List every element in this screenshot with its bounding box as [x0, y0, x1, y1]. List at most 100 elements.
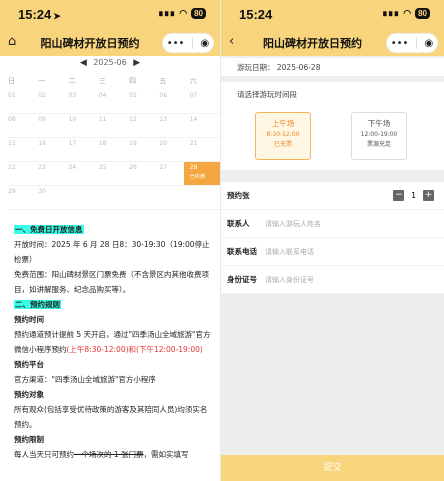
location-icon: ➤: [53, 11, 61, 21]
calendar-day: [69, 186, 99, 209]
calendar-day[interactable]: 06: [159, 90, 189, 113]
navbar: ⌂ 阳山碑材开放日预约 ••• ◉: [0, 30, 220, 56]
weekday: 五: [159, 77, 167, 85]
calendar-day[interactable]: 07: [190, 90, 220, 113]
navbar: ‹ 阳山碑材开放日预约 ••• ◉: [221, 30, 444, 56]
time-slot-section: 请选择游玩时间段 上午场 8:30-12:00 已无票 下午场 12:00-19…: [221, 82, 444, 170]
calendar-row: 01 02 03 04 05 06 07: [8, 90, 220, 114]
weekday: 一: [38, 77, 46, 85]
calendar-day: [129, 186, 159, 209]
phone-input[interactable]: [265, 247, 385, 256]
more-icon[interactable]: •••: [391, 38, 409, 49]
contact-label: 联系人: [227, 219, 250, 228]
calendar-day[interactable]: 17: [69, 138, 99, 161]
wifi-icon: ◠: [403, 8, 412, 18]
calendar-day: [99, 186, 129, 209]
calendar-day-selected[interactable]: 28 已约满: [183, 162, 220, 185]
battery-icon: 80: [191, 8, 206, 19]
slot-afternoon[interactable]: 下午场 12:00-19:00 票源充足: [351, 112, 407, 160]
slot-name: 上午场: [271, 119, 295, 128]
section-heading: 一、免费日开放信息: [14, 225, 84, 234]
calendar-day[interactable]: 09: [38, 114, 68, 137]
contact-input[interactable]: [265, 219, 385, 228]
calendar-day[interactable]: 21: [190, 138, 220, 161]
slot-time: 8:30-12:00: [266, 131, 300, 138]
more-icon[interactable]: •••: [167, 38, 185, 49]
status-bar: 15:24 ➤ ∎∎∎ ◠ 80: [0, 0, 220, 30]
calendar-day[interactable]: 19: [129, 138, 159, 161]
calendar-day[interactable]: 16: [38, 138, 68, 161]
record-icon[interactable]: ◉: [424, 38, 433, 49]
calendar-day[interactable]: 20: [159, 138, 189, 161]
rule-text: 每人当天只可预约一个场次的 1 张门票，需如实填写: [14, 447, 212, 462]
status-time: 15:24 ➤: [18, 7, 61, 22]
calendar-row: 15 16 17 18 19 20 21: [8, 138, 220, 162]
calendar-day[interactable]: 04: [99, 90, 129, 113]
prev-month-icon[interactable]: ◀: [80, 58, 87, 68]
calendar-day[interactable]: 26: [129, 162, 159, 185]
status-time: 15:24: [239, 7, 273, 22]
calendar-day[interactable]: 18: [99, 138, 129, 161]
slot-morning[interactable]: 上午场 8:30-12:00 已无票: [255, 112, 311, 160]
booking-form: 预约张 − 1 + 联系人 联系电话 身份证号: [221, 182, 444, 294]
calendar-day[interactable]: 01: [8, 90, 38, 113]
miniprogram-capsule: ••• ◉: [386, 33, 438, 53]
contact-row: 联系人: [221, 210, 444, 238]
left-screen: 15:24 ➤ ∎∎∎ ◠ 80 ⌂ 阳山碑材开放日预约 ••• ◉ ◀ 2025…: [0, 0, 220, 481]
quantity-stepper: − 1 +: [393, 190, 434, 201]
month-nav: ◀ 2025-06 ▶: [0, 58, 220, 72]
calendar-day[interactable]: 24: [69, 162, 99, 185]
calendar-day[interactable]: 12: [129, 114, 159, 137]
calendar-day[interactable]: 25: [99, 162, 129, 185]
rule-text-part: ，需如实填写: [143, 450, 189, 459]
rule-text: 所有观众(包括享受优待政策的游客及其陪同人员)均须实名预约。: [14, 405, 208, 429]
quantity-value: 1: [411, 191, 416, 200]
plus-button[interactable]: +: [423, 190, 434, 201]
calendar-day[interactable]: 05: [129, 90, 159, 113]
id-input[interactable]: [265, 275, 385, 284]
free-scope-text: 免费范围：阳山碑材景区门票免费（不含景区内其他收费项目，如讲解服务、纪念品购买等…: [14, 270, 209, 294]
status-icons: ∎∎∎ ◠ 80: [158, 8, 206, 19]
time-slot-label: 请选择游玩时间段: [237, 90, 297, 99]
calendar-day[interactable]: 03: [69, 90, 99, 113]
weekday: 三: [98, 77, 106, 85]
status-bar: 15:24 ∎∎∎ ◠ 80: [221, 0, 444, 30]
right-screen: 15:24 ∎∎∎ ◠ 80 ‹ 阳山碑材开放日预约 ••• ◉ 游玩日期： 2…: [221, 0, 444, 481]
rule-text: 预约通道预计提前 5 天开启，通过"四季汤山全域旅游"官方微信小程序预约(上午8…: [14, 327, 212, 357]
calendar-day[interactable]: 02: [38, 90, 68, 113]
slot-time: 12:00-19:00: [360, 131, 398, 138]
calendar-day[interactable]: 13: [159, 114, 189, 137]
weekday: 日: [8, 77, 15, 85]
selected-day-status: 已约满: [189, 174, 205, 180]
slot-status: 已无票: [273, 141, 292, 148]
rule-text-highlight: (上午8:30-12:00)和(下午12:00-19:00): [66, 345, 203, 354]
screenshot-root: 15:24 ➤ ∎∎∎ ◠ 80 ⌂ 阳山碑材开放日预约 ••• ◉ ◀ 2025…: [0, 0, 444, 481]
calendar-day[interactable]: 14: [190, 114, 220, 137]
calendar-grid: 01 02 03 04 05 06 07 08 09 10 11 12 13 1…: [0, 90, 220, 210]
record-icon[interactable]: ◉: [200, 38, 209, 49]
calendar-row: 22 23 24 25 26 27 28 已约满: [8, 162, 220, 186]
status-icons: ∎∎∎ ◠ 80: [382, 8, 430, 19]
calendar-day[interactable]: 29: [8, 186, 38, 209]
calendar-day[interactable]: 30: [38, 186, 68, 209]
ticket-count-row: 预约张 − 1 +: [221, 182, 444, 210]
section-heading: 二、预约规则: [14, 300, 61, 309]
rule-title: 预约对象: [14, 390, 44, 399]
capsule-divider: [191, 37, 193, 49]
capsule-divider: [415, 37, 417, 49]
rule-text: 官方渠道："四季汤山全域旅游"官方小程序: [14, 375, 156, 384]
weekday: 六: [189, 77, 197, 85]
submit-button[interactable]: 提交: [221, 455, 444, 481]
calendar-day[interactable]: 11: [99, 114, 129, 137]
minus-button[interactable]: −: [393, 190, 405, 201]
selected-day-number: 28: [189, 164, 198, 171]
calendar-day[interactable]: 15: [8, 138, 38, 161]
calendar-day[interactable]: 08: [8, 114, 38, 137]
id-label: 身份证号: [227, 275, 257, 284]
next-month-icon[interactable]: ▶: [133, 58, 140, 68]
calendar-day[interactable]: 10: [69, 114, 99, 137]
calendar-day[interactable]: 23: [38, 162, 68, 185]
phone-row: 联系电话: [221, 238, 444, 266]
wifi-icon: ◠: [179, 8, 188, 18]
calendar-day[interactable]: 22: [8, 162, 38, 185]
